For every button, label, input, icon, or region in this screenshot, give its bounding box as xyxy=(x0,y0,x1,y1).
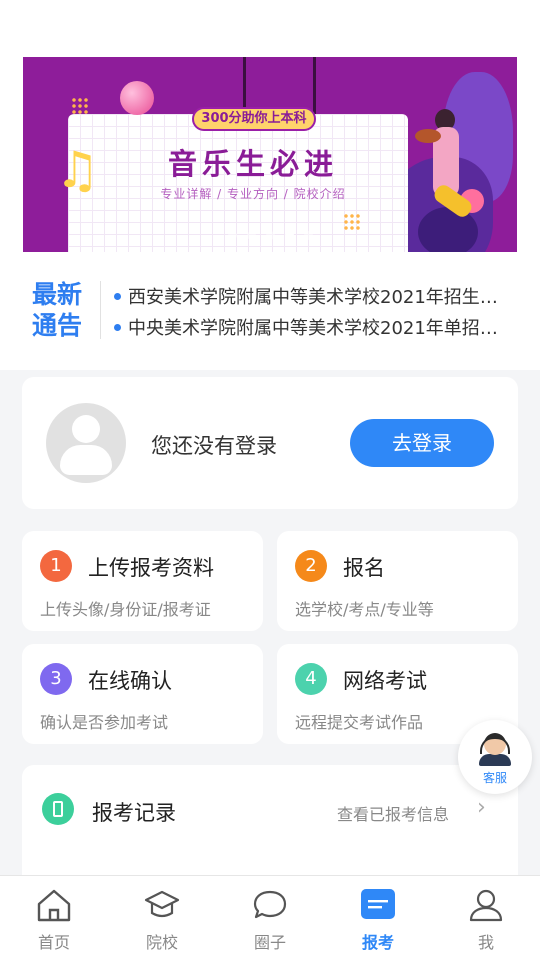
banner-dots-decoration xyxy=(71,97,89,115)
bottom-tab-bar: 首页 院校 圈子 报考 我 xyxy=(0,875,540,960)
step-title: 在线确认 xyxy=(88,669,172,693)
pager-dot[interactable] xyxy=(246,231,256,240)
records-title: 报考记录 xyxy=(92,801,176,825)
tab-label: 院校 xyxy=(145,933,178,952)
tab-home[interactable]: 首页 xyxy=(0,876,108,960)
customer-service-label: 客服 xyxy=(482,771,507,785)
step-title: 上传报考资料 xyxy=(88,556,214,580)
tab-school[interactable]: 院校 xyxy=(108,876,216,960)
notice-item[interactable]: 中央美术学院附属中等美术学校2021年单招简章 xyxy=(114,314,504,340)
view-records-link[interactable]: 查看已报考信息 xyxy=(337,801,449,825)
music-note-icon: ♫ xyxy=(55,141,100,199)
notice-bar: 最新通告 西安美术学院附属中等美术学校2021年招生简章 中央美术学院附属中等美… xyxy=(22,275,518,345)
step-description: 上传头像/身份证/报考证 xyxy=(40,600,211,619)
banner-pager xyxy=(23,225,517,244)
banner-title: 音乐生必进 xyxy=(167,147,338,181)
login-button[interactable]: 去登录 xyxy=(350,419,494,467)
step-card-confirm[interactable]: 3 在线确认 确认是否参加考试 xyxy=(22,644,263,744)
tab-label: 我 xyxy=(477,933,494,952)
headset-icon xyxy=(480,736,510,754)
step-description: 远程提交考试作品 xyxy=(295,713,424,732)
banner-hanger-right xyxy=(313,57,316,115)
pager-dot[interactable] xyxy=(227,231,237,240)
agent-icon xyxy=(479,754,511,766)
banner-ball-decoration xyxy=(120,81,154,115)
promo-banner[interactable]: ♫ 300分助你上本科 音乐生必进 专业详解 / 专业方向 / 院校介绍 xyxy=(23,57,517,252)
school-icon xyxy=(144,890,180,918)
step-number-badge: 3 xyxy=(40,663,72,695)
notice-tag: 最新通告 xyxy=(32,280,83,340)
pager-dot[interactable] xyxy=(303,231,313,240)
apply-icon xyxy=(361,889,395,919)
avatar-head-shape xyxy=(72,415,100,443)
banner-subtitle: 专业详解 / 专业方向 / 院校介绍 xyxy=(160,187,346,201)
pager-dot[interactable] xyxy=(265,231,275,240)
step-card-upload[interactable]: 1 上传报考资料 上传头像/身份证/报考证 xyxy=(22,531,263,631)
step-number-badge: 2 xyxy=(295,550,327,582)
notice-divider xyxy=(100,281,101,339)
banner-tagline: 300分助你上本科 xyxy=(192,107,316,131)
step-title: 报名 xyxy=(343,556,385,580)
step-description: 选学校/考点/专业等 xyxy=(295,600,434,619)
tab-label: 首页 xyxy=(37,933,70,952)
login-status-text: 您还没有登录 xyxy=(151,434,277,458)
step-card-register[interactable]: 2 报名 选学校/考点/专业等 xyxy=(277,531,518,631)
tab-me[interactable]: 我 xyxy=(432,876,540,960)
user-icon xyxy=(469,889,503,922)
customer-service-button[interactable]: 客服 xyxy=(458,720,532,794)
chevron-right-icon: › xyxy=(477,795,486,820)
home-icon xyxy=(37,889,71,922)
tab-apply[interactable]: 报考 xyxy=(324,876,432,960)
step-number-badge: 1 xyxy=(40,550,72,582)
tab-circle[interactable]: 圈子 xyxy=(216,876,324,960)
pager-dot[interactable] xyxy=(284,231,294,240)
tab-label: 圈子 xyxy=(253,933,286,952)
chat-icon xyxy=(253,890,287,919)
violin-icon xyxy=(415,129,441,143)
avatar-body-shape xyxy=(60,445,112,475)
step-description: 确认是否参加考试 xyxy=(40,713,169,732)
tab-label: 报考 xyxy=(361,933,394,952)
notice-item[interactable]: 西安美术学院附属中等美术学校2021年招生简章 xyxy=(114,283,504,309)
step-number-badge: 4 xyxy=(295,663,327,695)
login-card: 您还没有登录 去登录 xyxy=(22,377,518,509)
step-title: 网络考试 xyxy=(343,669,427,693)
avatar[interactable] xyxy=(46,403,126,483)
document-icon xyxy=(42,793,74,825)
